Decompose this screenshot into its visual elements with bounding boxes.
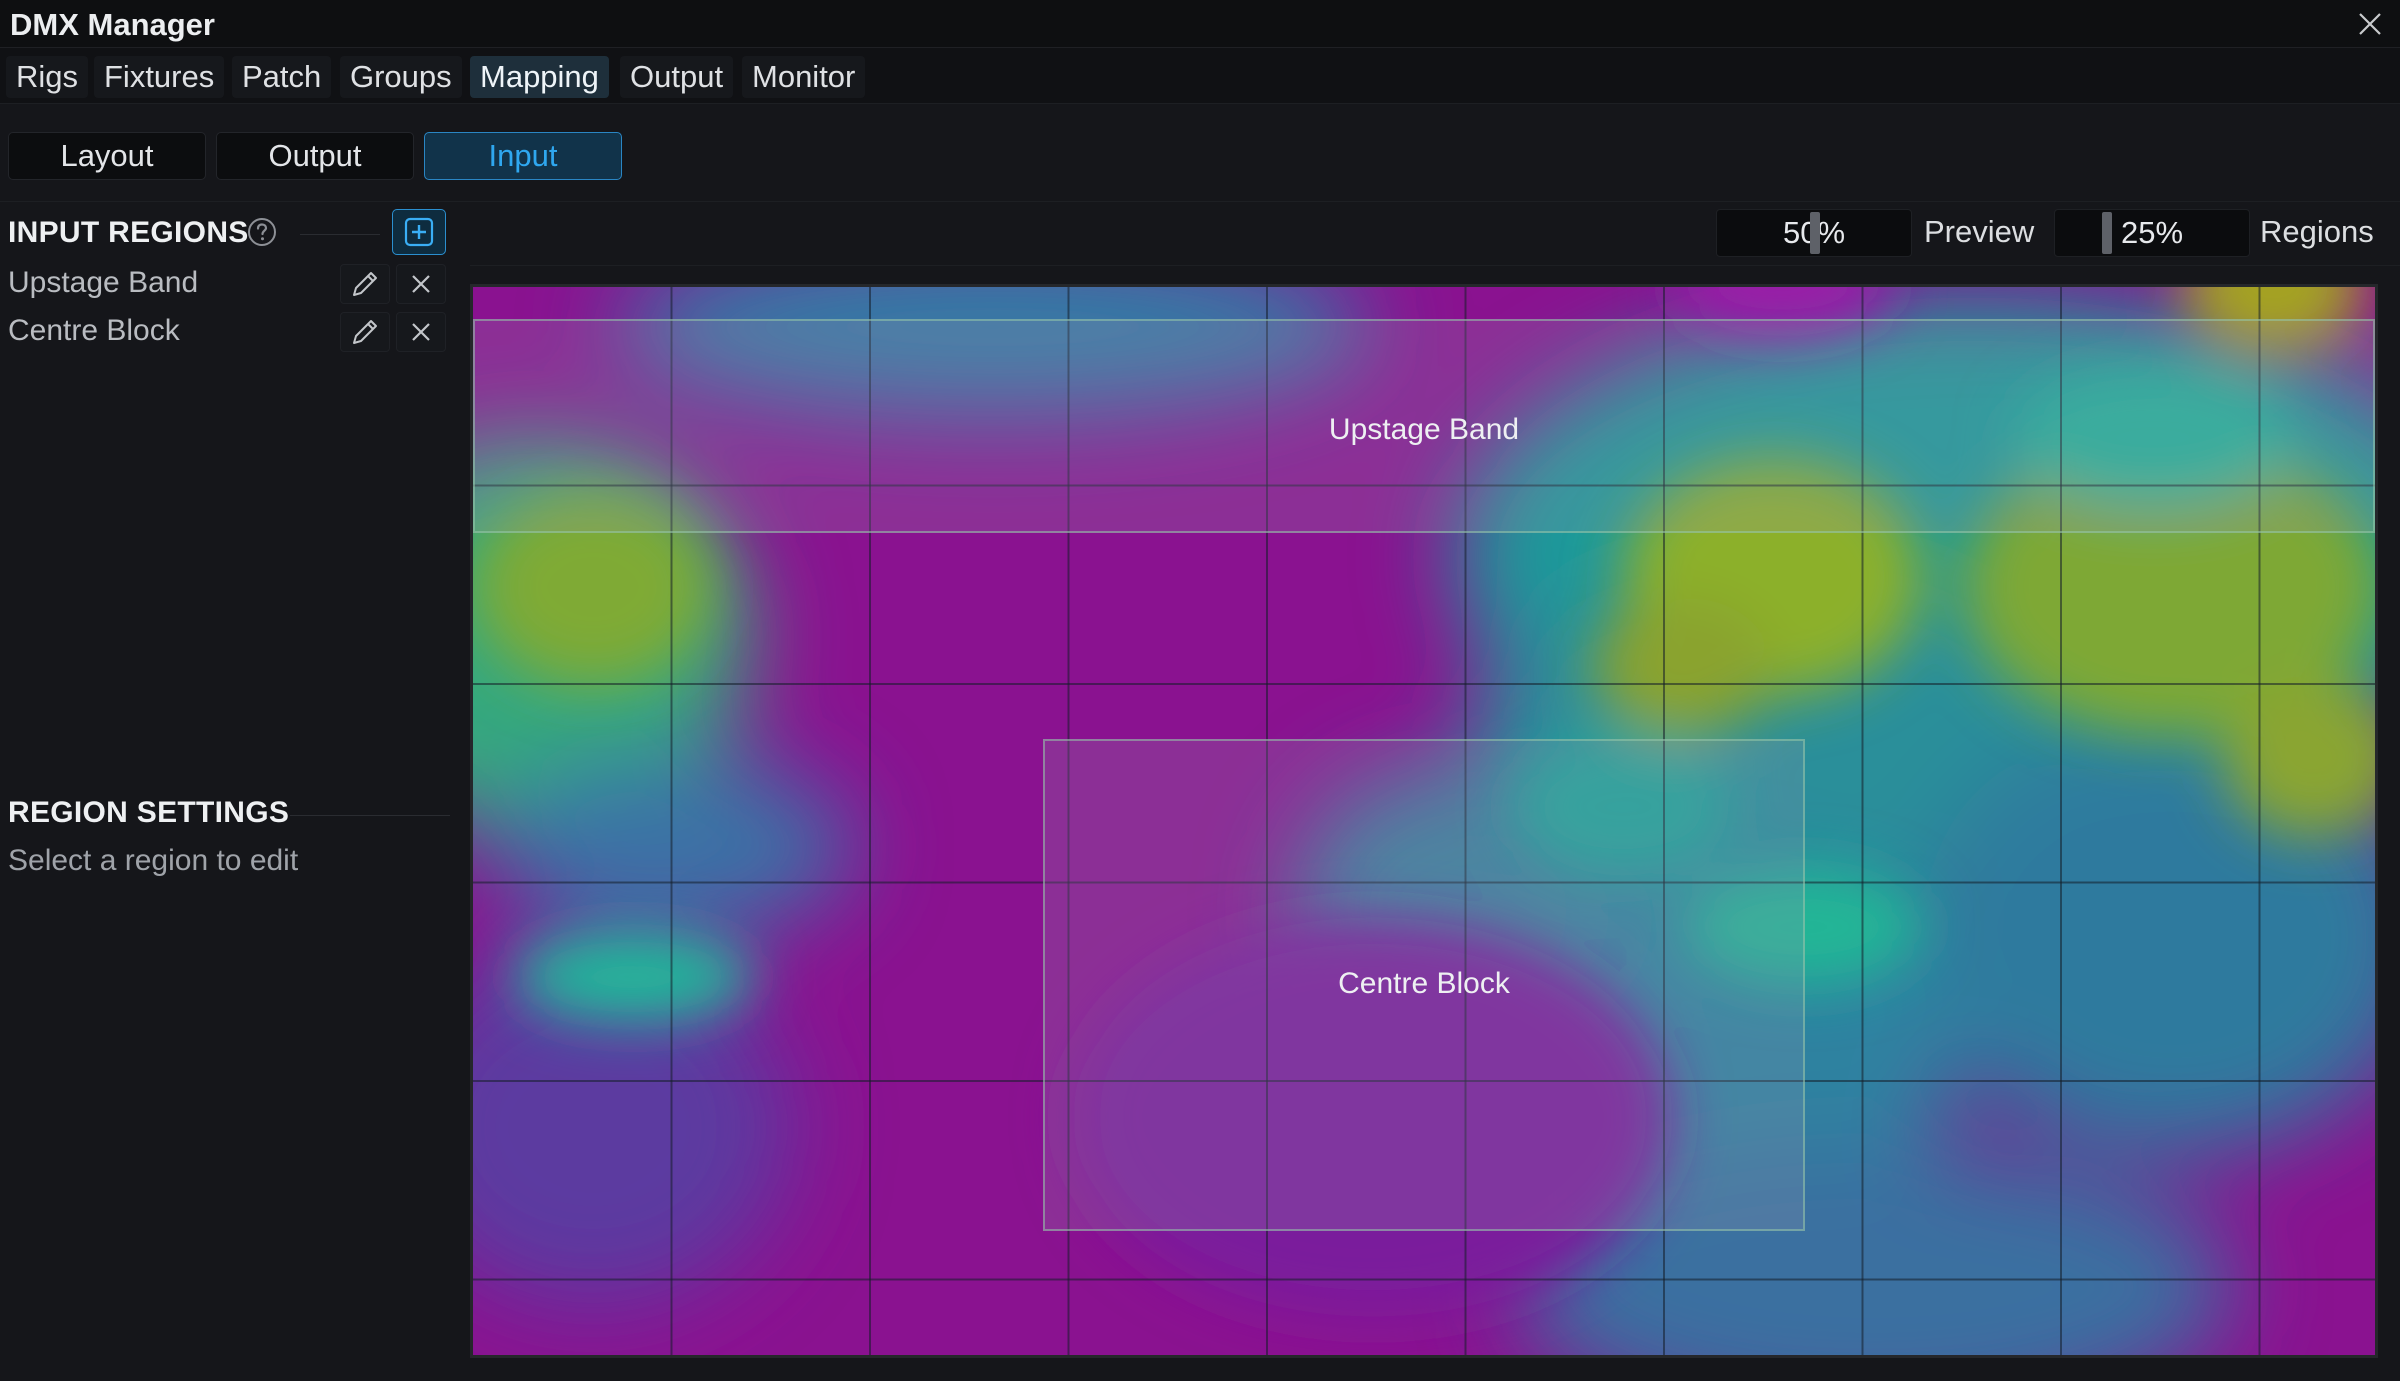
tab-mapping[interactable]: Mapping	[470, 56, 609, 98]
subtab-output[interactable]: Output	[216, 132, 414, 180]
add-icon	[404, 217, 434, 247]
region-settings-hint: Select a region to edit	[8, 844, 299, 877]
list-item[interactable]: Centre Block	[0, 310, 450, 354]
delete-region-button[interactable]	[396, 264, 446, 304]
edit-icon	[353, 320, 377, 344]
tab-monitor[interactable]: Monitor	[742, 56, 866, 98]
slider-handle[interactable]	[2102, 212, 2112, 254]
divider	[300, 234, 380, 235]
delete-icon	[412, 323, 430, 341]
region-settings-title: REGION SETTINGS	[8, 796, 290, 829]
tab-patch[interactable]: Patch	[232, 56, 332, 98]
sidebar: INPUT REGIONS Upstage Band Centre Block	[0, 206, 455, 1381]
canvas-region-upstage-band[interactable]: Upstage Band	[473, 319, 2375, 533]
tab-output[interactable]: Output	[620, 56, 734, 98]
zoom-toolbar: 50% Preview 25% Regions	[470, 206, 2400, 266]
delete-icon	[412, 275, 430, 293]
region-item-label: Centre Block	[8, 314, 180, 347]
subtab-layout[interactable]: Layout	[8, 132, 206, 180]
canvas-region-centre-block[interactable]: Centre Block	[1043, 739, 1805, 1231]
canvas-region-label: Upstage Band	[1328, 413, 1520, 446]
edit-icon	[353, 272, 377, 296]
mapping-canvas[interactable]: Upstage Band Centre Block	[470, 284, 2378, 1358]
preview-zoom-label: Preview	[1924, 214, 2035, 249]
preview-zoom-slider[interactable]: 50%	[1716, 209, 1912, 257]
title-bar: DMX Manager	[0, 0, 2400, 48]
close-button[interactable]	[2354, 8, 2386, 40]
tab-rigs[interactable]: Rigs	[6, 56, 89, 98]
region-item-label: Upstage Band	[8, 266, 199, 299]
regions-opacity-label: Regions	[2260, 214, 2374, 249]
add-region-button[interactable]	[392, 209, 446, 255]
sub-tab-bar: Layout Output Input	[0, 120, 2400, 202]
edit-region-button[interactable]	[340, 312, 390, 352]
app-title: DMX Manager	[10, 7, 215, 42]
regions-opacity-value: 25%	[2120, 215, 2184, 250]
divider	[290, 815, 450, 816]
regions-opacity-slider[interactable]: 25%	[2054, 209, 2250, 257]
list-item[interactable]: Upstage Band	[0, 262, 450, 306]
help-icon[interactable]	[246, 216, 278, 248]
main-tab-bar: Rigs Fixtures Patch Groups Mapping Outpu…	[0, 48, 2400, 104]
canvas-region-label: Centre Block	[1338, 967, 1510, 1000]
delete-region-button[interactable]	[396, 312, 446, 352]
close-icon	[2359, 13, 2381, 35]
subtab-input[interactable]: Input	[424, 132, 622, 180]
tab-groups[interactable]: Groups	[340, 56, 462, 98]
tab-fixtures[interactable]: Fixtures	[94, 56, 225, 98]
edit-region-button[interactable]	[340, 264, 390, 304]
slider-handle[interactable]	[1810, 212, 1820, 254]
input-regions-title: INPUT REGIONS	[8, 216, 249, 249]
